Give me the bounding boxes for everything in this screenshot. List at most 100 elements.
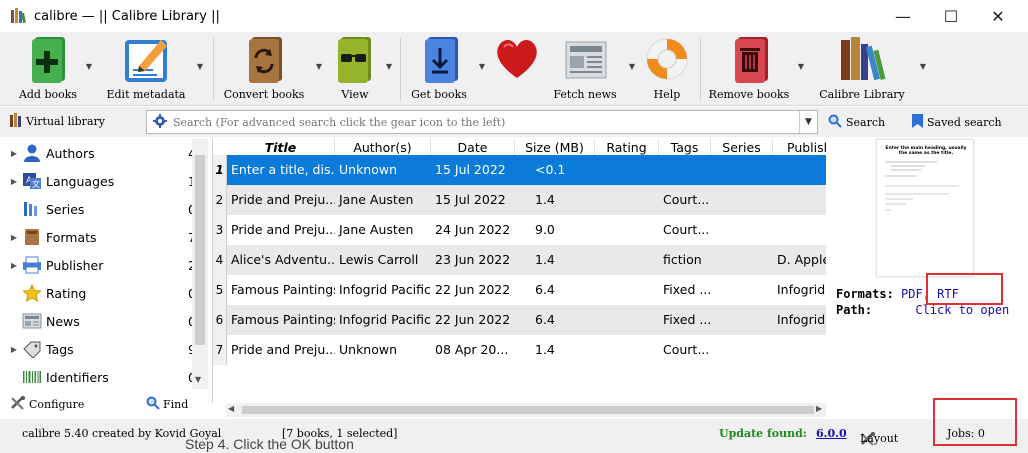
scroll-down-arrow[interactable]: ▼ (195, 375, 201, 384)
table-row[interactable]: 6 Famous Paintings Infogrid Pacific 22 Jun … (213, 305, 826, 335)
edit-metadata-dropdown[interactable]: ▼ (195, 62, 205, 72)
cell-date[interactable]: 15 Jul 2022 (431, 185, 515, 215)
cell-rating[interactable] (595, 215, 659, 245)
cell-publisher[interactable]: D. Applet (773, 245, 826, 275)
cell-series[interactable] (711, 305, 773, 335)
cell-series[interactable] (711, 275, 773, 305)
tag-browser-item-authors[interactable]: ▶ Authors 4 (8, 139, 208, 167)
tag-browser-item-identifiers[interactable]: Identifiers 0 (8, 363, 208, 391)
calibre-library-dropdown[interactable]: ▼ (918, 62, 928, 72)
cell-title[interactable]: Famous Paintings (227, 275, 335, 305)
cell-title[interactable]: Pride and Preju... (227, 335, 335, 365)
edit-metadata-button[interactable]: Edit metadata (104, 34, 188, 102)
table-row[interactable]: 3 Pride and Preju... Jane Austen 24 Jun 202… (213, 215, 826, 245)
cell-publisher[interactable] (773, 185, 826, 215)
cell-date[interactable]: 22 Jun 2022 (431, 305, 515, 335)
fetch-news-dropdown[interactable]: ▼ (627, 62, 637, 72)
search-input[interactable] (173, 112, 799, 132)
tag-browser-item-languages[interactable]: ▶ A文 Languages 1 (8, 167, 208, 195)
cell-publisher[interactable] (773, 335, 826, 365)
cell-author[interactable]: Unknown (335, 155, 431, 185)
scrollbar-thumb[interactable] (242, 406, 814, 414)
tag-browser-scrollbar[interactable]: ▼ (192, 139, 208, 389)
table-row[interactable]: 2 Pride and Preju... Jane Austen 15 Jul 202… (213, 185, 826, 215)
cell-size[interactable]: 1.4 (515, 335, 595, 365)
cell-tags[interactable]: Court... (659, 185, 711, 215)
cell-author[interactable]: Infogrid Pacific (335, 305, 431, 335)
tag-browser-item-tags[interactable]: ▶ Tags 9 (8, 335, 208, 363)
update-version-link[interactable]: 6.0.0 (816, 427, 847, 440)
search-button[interactable]: Search (828, 114, 885, 131)
cell-date[interactable]: 24 Jun 2022 (431, 215, 515, 245)
expand-arrow-icon[interactable]: ▶ (8, 149, 20, 158)
remove-books-dropdown[interactable]: ▼ (796, 62, 806, 72)
close-button[interactable]: ✕ (975, 0, 1021, 32)
fetch-news-button[interactable]: Fetch news (552, 34, 618, 102)
cell-series[interactable] (711, 155, 773, 185)
virtual-library-button[interactable]: Virtual library (10, 113, 105, 130)
cell-publisher[interactable] (773, 155, 826, 185)
cell-date[interactable]: 23 Jun 2022 (431, 245, 515, 275)
tag-browser-item-rating[interactable]: Rating 0 (8, 279, 208, 307)
cell-rating[interactable] (595, 245, 659, 275)
cell-title[interactable]: Pride and Preju... (227, 185, 335, 215)
view-dropdown[interactable]: ▼ (384, 62, 394, 72)
search-history-dropdown[interactable]: ▼ (799, 111, 817, 133)
cell-tags[interactable] (659, 155, 711, 185)
cell-tags[interactable]: Fixed ... (659, 275, 711, 305)
cell-size[interactable]: 1.4 (515, 245, 595, 275)
cell-size[interactable]: 6.4 (515, 275, 595, 305)
cell-size[interactable]: 1.4 (515, 185, 595, 215)
view-button[interactable]: View (330, 34, 380, 102)
minimize-button[interactable]: — (880, 0, 926, 32)
column-header-size[interactable]: Size (MB) (515, 139, 595, 156)
path-open-link[interactable]: Click to open (915, 303, 1009, 317)
cell-title[interactable]: Alice's Adventu... (227, 245, 335, 275)
cell-tags[interactable]: Fixed ... (659, 305, 711, 335)
cell-title[interactable]: Pride and Preju... (227, 215, 335, 245)
remove-books-button[interactable]: Remove books (708, 34, 790, 102)
cell-author[interactable]: Jane Austen (335, 215, 431, 245)
cell-size[interactable]: 9.0 (515, 215, 595, 245)
cell-publisher[interactable] (773, 215, 826, 245)
column-header-date[interactable]: Date (431, 139, 515, 156)
table-row[interactable]: 1 Enter a title, dis... Unknown 15 Jul 2022… (213, 155, 826, 185)
cell-series[interactable] (711, 215, 773, 245)
expand-arrow-icon[interactable]: ▶ (8, 261, 20, 270)
column-header-publisher[interactable]: Publish (773, 139, 826, 156)
maximize-button[interactable]: ☐ (928, 0, 974, 32)
table-row[interactable]: 4 Alice's Adventu... Lewis Carroll 23 Jun 2… (213, 245, 826, 275)
cell-author[interactable]: Infogrid Pacific (335, 275, 431, 305)
cell-publisher[interactable]: Infogrid (773, 275, 826, 305)
add-books-dropdown[interactable]: ▼ (84, 62, 94, 72)
expand-arrow-icon[interactable]: ▶ (8, 177, 20, 186)
tag-browser-item-formats[interactable]: ▶ Formats 7 (8, 223, 208, 251)
cell-series[interactable] (711, 245, 773, 275)
convert-books-button[interactable]: Convert books (222, 34, 306, 102)
cell-title[interactable]: Enter a title, dis... (227, 155, 335, 185)
cell-series[interactable] (711, 335, 773, 365)
get-books-dropdown[interactable]: ▼ (477, 62, 487, 72)
cell-series[interactable] (711, 185, 773, 215)
cell-tags[interactable]: fiction (659, 245, 711, 275)
cell-rating[interactable] (595, 275, 659, 305)
donate-button[interactable] (490, 34, 544, 102)
tag-browser-item-publisher[interactable]: ▶ Publisher 2 (8, 251, 208, 279)
cell-tags[interactable]: Court... (659, 335, 711, 365)
cell-date[interactable]: 22 Jun 2022 (431, 275, 515, 305)
cell-date[interactable]: 08 Apr 20... (431, 335, 515, 365)
cell-author[interactable]: Unknown (335, 335, 431, 365)
cell-rating[interactable] (595, 305, 659, 335)
expand-arrow-icon[interactable]: ▶ (8, 233, 20, 242)
find-button[interactable]: Find (146, 396, 188, 413)
table-row[interactable]: 7 Pride and Preju... Unknown 08 Apr 20... 1.… (213, 335, 826, 365)
tag-browser-item-news[interactable]: News 0 (8, 307, 208, 335)
column-header-tags[interactable]: Tags (659, 139, 711, 156)
saved-search-button[interactable]: Saved search (912, 114, 1002, 131)
tag-browser-item-series[interactable]: Series 0 (8, 195, 208, 223)
column-header-series[interactable]: Series (711, 139, 773, 156)
expand-arrow-icon[interactable]: ▶ (8, 345, 20, 354)
cell-rating[interactable] (595, 335, 659, 365)
configure-button[interactable]: Configure (10, 396, 84, 413)
calibre-library-button[interactable]: Calibre Library (814, 34, 910, 102)
